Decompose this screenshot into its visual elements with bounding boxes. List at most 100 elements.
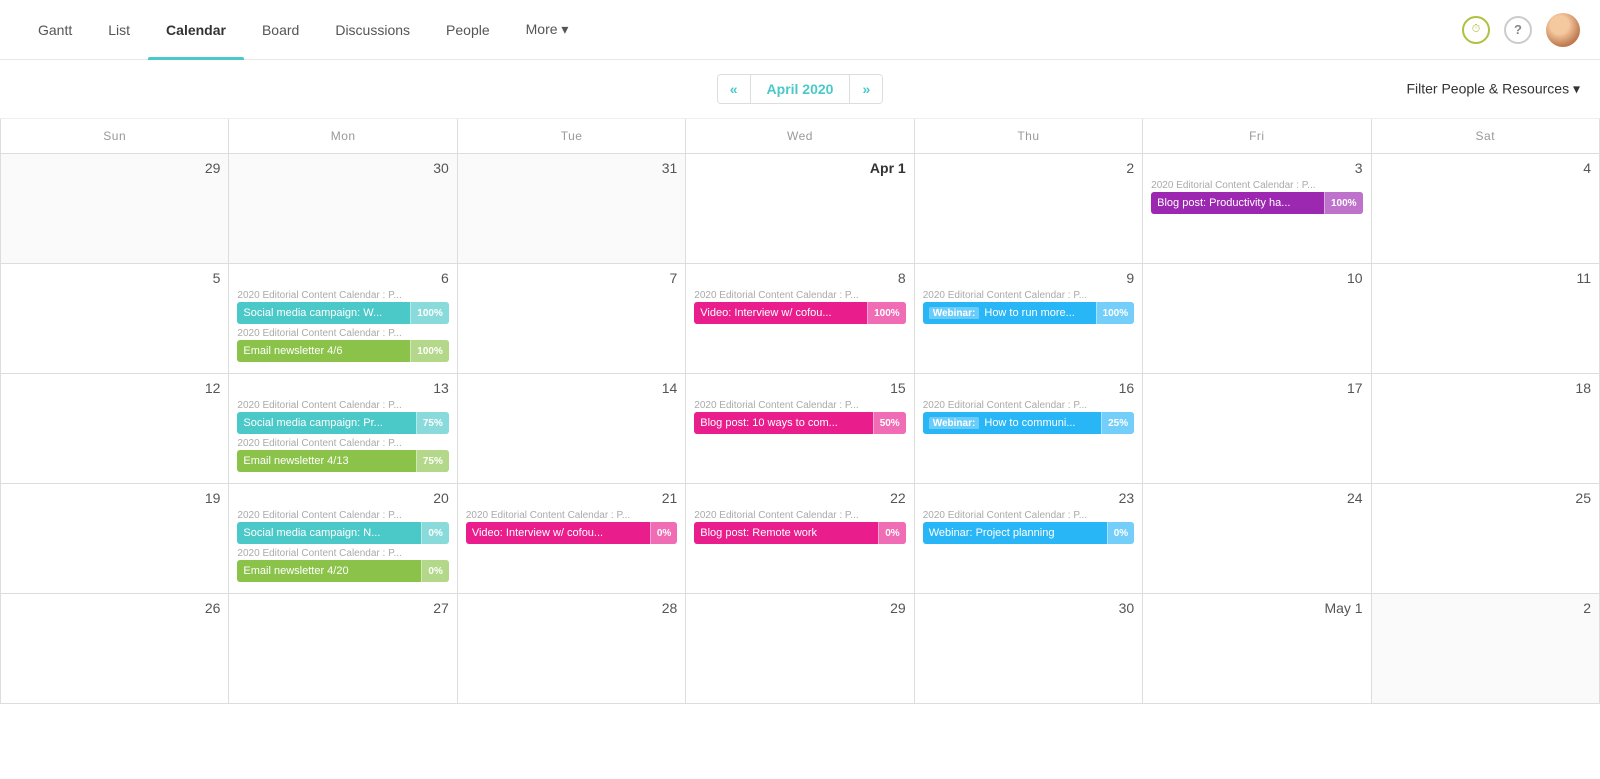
day-number: 6 xyxy=(237,270,448,286)
event-bar[interactable]: Blog post: Remote work0% xyxy=(694,522,905,544)
tab-calendar[interactable]: Calendar xyxy=(148,0,244,60)
day-cell[interactable]: 212020 Editorial Content Calendar : P...… xyxy=(458,484,686,594)
day-number: 30 xyxy=(923,600,1134,616)
event-bar[interactable]: Webinar: How to communi...25% xyxy=(923,412,1134,434)
day-cell[interactable]: 29 xyxy=(1,154,229,264)
day-cell[interactable]: 32020 Editorial Content Calendar : P...B… xyxy=(1143,154,1371,264)
day-number: 4 xyxy=(1380,160,1591,176)
event-completion-pct: 100% xyxy=(410,302,449,324)
current-month-label: April 2020 xyxy=(750,75,851,103)
event-completion-pct: 50% xyxy=(873,412,906,434)
tab-discussions[interactable]: Discussions xyxy=(317,0,428,60)
event-completion-pct: 75% xyxy=(416,412,449,434)
day-number: 5 xyxy=(9,270,220,286)
day-number: 25 xyxy=(1380,490,1591,506)
day-header-wed: Wed xyxy=(686,119,914,154)
day-cell[interactable]: 17 xyxy=(1143,374,1371,484)
event-project-label: 2020 Editorial Content Calendar : P... xyxy=(237,328,448,339)
day-cell[interactable]: 25 xyxy=(1372,484,1600,594)
avatar[interactable] xyxy=(1546,13,1580,47)
event-bar[interactable]: Social media campaign: W...100% xyxy=(237,302,448,324)
avatar-image xyxy=(1546,13,1580,47)
event-completion-pct: 0% xyxy=(650,522,677,544)
day-cell[interactable]: 13 2020 Editorial Content Calendar : P...… xyxy=(229,374,457,484)
tab-people[interactable]: People xyxy=(428,0,508,60)
tab-board[interactable]: Board xyxy=(244,0,317,60)
event-bar-label: Blog post: 10 ways to com... xyxy=(694,417,872,429)
event-bar[interactable]: Email newsletter 4/200% xyxy=(237,560,448,582)
calendar-toolbar: « April 2020 » Filter People & Resources… xyxy=(0,60,1600,119)
event-bar-label: Webinar: How to communi... xyxy=(923,417,1101,429)
help-button[interactable]: ? xyxy=(1504,16,1532,44)
tab-more[interactable]: More ▾ xyxy=(508,0,587,60)
day-cell[interactable]: 92020 Editorial Content Calendar : P...W… xyxy=(915,264,1143,374)
calendar-grid: SunMonTueWedThuFriSat293031Apr 1232020 E… xyxy=(0,119,1600,704)
event-bar[interactable]: Email newsletter 4/1375% xyxy=(237,450,448,472)
event-completion-pct: 0% xyxy=(421,560,448,582)
tab-gantt[interactable]: Gantt xyxy=(20,0,90,60)
day-cell[interactable]: 27 xyxy=(229,594,457,704)
event-bar-label: Email newsletter 4/20 xyxy=(237,565,421,577)
day-cell[interactable]: 18 xyxy=(1372,374,1600,484)
day-cell[interactable]: 24 xyxy=(1143,484,1371,594)
day-cell[interactable]: 152020 Editorial Content Calendar : P...… xyxy=(686,374,914,484)
day-cell[interactable]: 14 xyxy=(458,374,686,484)
day-number: 22 xyxy=(694,490,905,506)
webinar-tag: Webinar: xyxy=(929,417,980,429)
clock-icon[interactable]: ⏱ xyxy=(1462,16,1490,44)
tab-list[interactable]: List xyxy=(90,0,148,60)
event-bar[interactable]: Webinar: How to run more...100% xyxy=(923,302,1134,324)
event-bar-label: Blog post: Productivity ha... xyxy=(1151,197,1324,209)
filter-people-resources-button[interactable]: Filter People & Resources ▾ xyxy=(1406,81,1580,98)
event-bar[interactable]: Webinar: Project planning0% xyxy=(923,522,1134,544)
event-project-label: 2020 Editorial Content Calendar : P... xyxy=(237,510,448,521)
day-number: 13 xyxy=(237,380,448,396)
day-cell[interactable]: 222020 Editorial Content Calendar : P...… xyxy=(686,484,914,594)
event-bar[interactable]: Social media campaign: Pr...75% xyxy=(237,412,448,434)
event-project-label: 2020 Editorial Content Calendar : P... xyxy=(237,400,448,411)
nav-bar: Gantt List Calendar Board Discussions Pe… xyxy=(0,0,1600,60)
day-cell[interactable]: 30 xyxy=(229,154,457,264)
day-cell[interactable]: 31 xyxy=(458,154,686,264)
day-cell[interactable]: 28 xyxy=(458,594,686,704)
day-cell[interactable]: 10 xyxy=(1143,264,1371,374)
day-cell[interactable]: 5 xyxy=(1,264,229,374)
day-number: 29 xyxy=(9,160,220,176)
day-cell[interactable]: 29 xyxy=(686,594,914,704)
next-month-button[interactable]: » xyxy=(850,75,882,103)
event-bar[interactable]: Blog post: Productivity ha...100% xyxy=(1151,192,1362,214)
day-number: 10 xyxy=(1151,270,1362,286)
day-cell[interactable]: 19 xyxy=(1,484,229,594)
day-cell[interactable]: May 1 xyxy=(1143,594,1371,704)
day-cell[interactable]: 202020 Editorial Content Calendar : P...… xyxy=(229,484,457,594)
day-cell[interactable]: 26 xyxy=(1,594,229,704)
day-cell[interactable]: Apr 1 xyxy=(686,154,914,264)
event-bar[interactable]: Email newsletter 4/6100% xyxy=(237,340,448,362)
event-project-label: 2020 Editorial Content Calendar : P... xyxy=(694,400,905,411)
event-bar[interactable]: Blog post: 10 ways to com...50% xyxy=(694,412,905,434)
event-bar[interactable]: Social media campaign: N...0% xyxy=(237,522,448,544)
event-bar-label: Video: Interview w/ cofou... xyxy=(466,527,650,539)
event-completion-pct: 0% xyxy=(421,522,448,544)
day-number: 7 xyxy=(466,270,677,286)
day-cell[interactable]: 11 xyxy=(1372,264,1600,374)
day-cell[interactable]: 82020 Editorial Content Calendar : P...V… xyxy=(686,264,914,374)
day-cell[interactable]: 12 xyxy=(1,374,229,484)
prev-month-button[interactable]: « xyxy=(718,75,750,103)
event-bar-label: Webinar: Project planning xyxy=(923,527,1107,539)
day-cell[interactable]: 2 xyxy=(915,154,1143,264)
event-project-label: 2020 Editorial Content Calendar : P... xyxy=(237,290,448,301)
event-bar[interactable]: Video: Interview w/ cofou...0% xyxy=(466,522,677,544)
day-cell[interactable]: 30 xyxy=(915,594,1143,704)
day-cell[interactable]: 7 xyxy=(458,264,686,374)
day-cell[interactable]: 162020 Editorial Content Calendar : P...… xyxy=(915,374,1143,484)
event-project-label: 2020 Editorial Content Calendar : P... xyxy=(466,510,677,521)
day-cell[interactable]: 62020 Editorial Content Calendar : P...S… xyxy=(229,264,457,374)
event-bar[interactable]: Video: Interview w/ cofou...100% xyxy=(694,302,905,324)
day-cell[interactable]: 2 xyxy=(1372,594,1600,704)
day-cell[interactable]: 232020 Editorial Content Calendar : P...… xyxy=(915,484,1143,594)
event-project-label: 2020 Editorial Content Calendar : P... xyxy=(923,290,1134,301)
day-cell[interactable]: 4 xyxy=(1372,154,1600,264)
event-project-label: 2020 Editorial Content Calendar : P... xyxy=(923,510,1134,521)
event-completion-pct: 100% xyxy=(867,302,906,324)
